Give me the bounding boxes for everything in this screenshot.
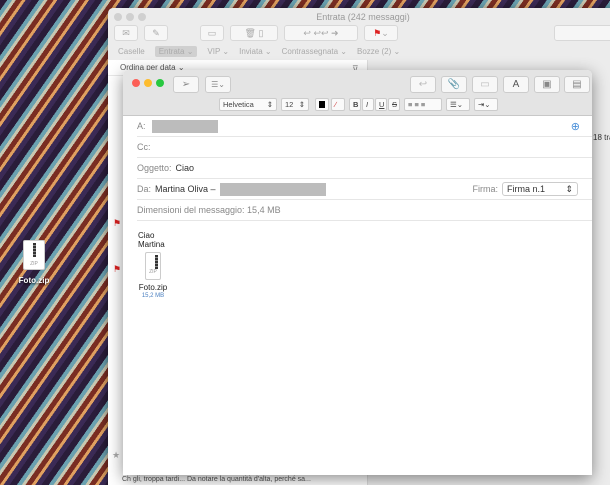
message-body[interactable]: Ciao Martina ZIP Foto.zip 15,2 MB [123, 221, 592, 301]
strikethrough-button[interactable]: S [388, 98, 400, 111]
message-preview: Ch gli, troppa tardi... Da notare la qua… [122, 476, 311, 483]
search-field[interactable] [554, 25, 610, 41]
quote-button[interactable]: ▭ [472, 76, 498, 93]
subject-row[interactable]: Oggetto: Ciao [137, 158, 592, 179]
fav-bozze[interactable]: Bozze (2) ⌄ [357, 47, 400, 56]
reply-icon-button[interactable]: ↩ [410, 76, 436, 93]
zoom-button[interactable] [156, 79, 164, 87]
to-row[interactable]: A: ⊕ [137, 116, 592, 137]
new-message-button[interactable]: ✎ [144, 25, 168, 41]
fav-vip[interactable]: VIP ⌄ [207, 47, 229, 56]
bold-button[interactable]: B [349, 98, 361, 111]
alignment-buttons[interactable]: ≡ ≡ ≡ [404, 98, 442, 111]
get-mail-button[interactable]: ✉ [114, 25, 138, 41]
attach-button[interactable]: 📎 [441, 76, 467, 93]
desktop-file-foto-zip[interactable]: ZIP Foto.zip [14, 240, 54, 285]
photo-browser-button[interactable]: ▣ [534, 76, 560, 93]
from-row[interactable]: Da: Martina Oliva – Firma: Firma n.1 ⇕ [137, 179, 592, 200]
from-value[interactable]: Martina Oliva – [155, 184, 216, 194]
cc-row[interactable]: Cc: [137, 137, 592, 158]
italic-button[interactable]: I [362, 98, 374, 111]
signature-label: Firma: [472, 184, 499, 194]
list-button[interactable]: ☰⌄ [446, 98, 470, 111]
from-email-redacted [219, 182, 326, 196]
minimize-button[interactable] [144, 79, 152, 87]
fav-entrata[interactable]: Entrata ⌄ [154, 46, 198, 57]
zip-file-icon: ZIP [23, 240, 45, 270]
attachment[interactable]: ZIP Foto.zip 15,2 MB [138, 252, 168, 301]
subject-value[interactable]: Ciao [176, 163, 195, 173]
fav-inviata[interactable]: Inviata ⌄ [239, 47, 272, 56]
reply-forward-buttons[interactable]: ↩ ↩↩ ➜ [284, 25, 358, 41]
text-color-button[interactable] [315, 98, 329, 111]
attachment-name: Foto.zip [138, 283, 168, 292]
delete-junk-buttons[interactable]: 🗑 ▯ [230, 25, 278, 41]
fav-caselle[interactable]: Caselle [118, 47, 145, 56]
compose-toolbar: ➢ ☰⌄ ↩ 📎 ▭ A ▣ ▤ Helvetica ⇕ 12 ⇕ ∕ B I U … [123, 70, 592, 116]
font-select[interactable]: Helvetica ⇕ [219, 98, 277, 111]
background-color-button[interactable]: ∕ [331, 98, 345, 111]
window-title: Entrata (242 messaggi) [316, 12, 410, 22]
format-button[interactable]: A [503, 76, 529, 93]
signature-select[interactable]: Firma n.1 ⇕ [502, 182, 578, 196]
size-select[interactable]: 12 ⇕ [281, 98, 309, 111]
message-peek: 18 tra [593, 133, 610, 142]
close-button[interactable] [132, 79, 140, 87]
send-button[interactable]: ➢ [173, 76, 199, 93]
stationery-button[interactable]: ▤ [564, 76, 590, 93]
window-controls [132, 79, 168, 89]
flag-icon: ⚑ [113, 218, 122, 228]
header-fields-button[interactable]: ☰⌄ [205, 76, 231, 93]
compose-window: ➢ ☰⌄ ↩ 📎 ▭ A ▣ ▤ Helvetica ⇕ 12 ⇕ ∕ B I U … [123, 70, 592, 475]
to-recipient-redacted [151, 119, 218, 133]
underline-button[interactable]: U [375, 98, 387, 111]
desktop-file-label: Foto.zip [18, 276, 50, 285]
flag-icon: ⚑ [113, 264, 122, 274]
message-size-row: Dimensioni del messaggio: 15,4 MB [137, 200, 592, 221]
add-contact-icon[interactable]: ⊕ [571, 120, 580, 133]
zip-file-icon: ZIP [145, 252, 161, 280]
star-icon: ★ [112, 450, 121, 460]
archive-button[interactable]: ▭ [200, 25, 224, 41]
attachment-size: 15,2 MB [141, 293, 165, 299]
flag-button[interactable]: ⚑ ⌄ [364, 25, 398, 41]
indent-button[interactable]: ⇥⌄ [474, 98, 498, 111]
fav-contrassegnata[interactable]: Contrassegnata ⌄ [282, 47, 347, 56]
favorites-bar: Caselle Entrata ⌄ VIP ⌄ Inviata ⌄ Contra… [118, 46, 400, 57]
